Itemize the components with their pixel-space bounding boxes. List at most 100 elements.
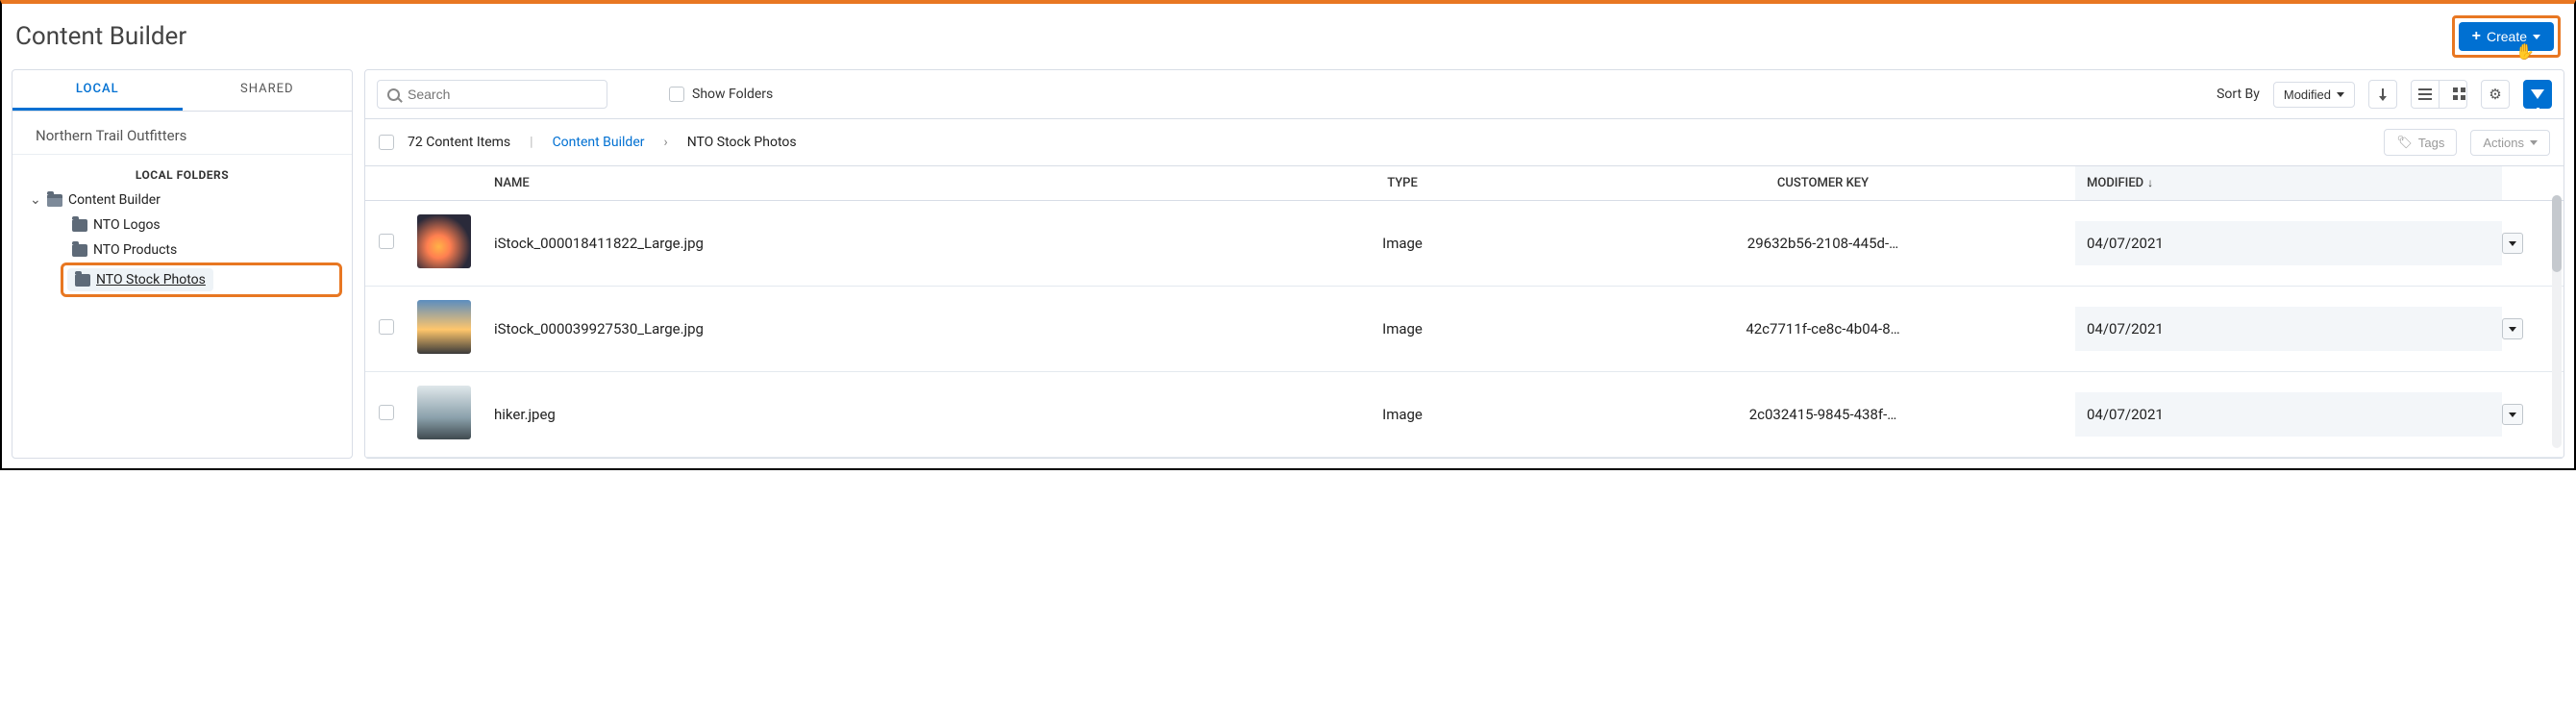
cell-type: Image bbox=[1234, 235, 1571, 252]
chevron-down-icon bbox=[2509, 327, 2516, 332]
folder-open-icon bbox=[47, 194, 62, 207]
search-icon bbox=[387, 88, 400, 101]
cell-name: iStock_000039927530_Large.jpg bbox=[494, 320, 1234, 338]
arrow-down-icon: ↓ bbox=[2147, 176, 2153, 189]
table-row[interactable]: hiker.jpeg Image 2c032415-9845-438f-… 04… bbox=[365, 372, 2564, 458]
folder-label: NTO Products bbox=[93, 242, 177, 258]
cell-modified: 04/07/2021 bbox=[2075, 307, 2502, 351]
main: LOCAL SHARED Northern Trail Outfitters L… bbox=[2, 62, 2574, 468]
create-button[interactable]: + Create bbox=[2459, 22, 2554, 51]
sidebar: LOCAL SHARED Northern Trail Outfitters L… bbox=[12, 69, 353, 459]
select-all-checkbox[interactable] bbox=[379, 135, 394, 150]
row-actions-button[interactable] bbox=[2502, 233, 2523, 254]
folder-tree: ⌄ Content Builder NTO Logos NTO Products bbox=[12, 188, 352, 307]
search-box[interactable] bbox=[377, 80, 607, 109]
cell-modified: 04/07/2021 bbox=[2075, 221, 2502, 265]
create-highlight: + Create ✋ bbox=[2452, 15, 2561, 58]
search-input[interactable] bbox=[408, 87, 597, 102]
cell-key: 2c032415-9845-438f-… bbox=[1571, 406, 2075, 423]
cell-key: 42c7711f-ce8c-4b04-8… bbox=[1571, 320, 2075, 338]
show-folders-label: Show Folders bbox=[692, 87, 773, 102]
sort-by-label: Sort By bbox=[2217, 87, 2260, 102]
folder-label: Content Builder bbox=[68, 192, 161, 208]
plus-icon: + bbox=[2472, 29, 2481, 44]
chevron-down-icon bbox=[2337, 92, 2344, 97]
list-icon bbox=[2418, 88, 2432, 100]
settings-button[interactable]: ⚙ bbox=[2481, 80, 2510, 109]
sidebar-tabs: LOCAL SHARED bbox=[12, 70, 352, 112]
breadcrumb-root[interactable]: Content Builder bbox=[553, 135, 645, 150]
col-type[interactable]: TYPE bbox=[1234, 176, 1571, 190]
breadcrumb-separator: › bbox=[664, 135, 668, 150]
col-customer-key[interactable]: CUSTOMER KEY bbox=[1571, 176, 2075, 190]
row-checkbox[interactable] bbox=[379, 234, 394, 249]
show-folders-toggle[interactable]: Show Folders bbox=[669, 87, 773, 102]
header: Content Builder + Create ✋ bbox=[2, 4, 2574, 62]
table-row[interactable]: iStock_000039927530_Large.jpg Image 42c7… bbox=[365, 287, 2564, 372]
app-frame: Content Builder + Create ✋ LOCAL SHARED … bbox=[0, 0, 2576, 470]
col-modified[interactable]: MODIFIED↓ bbox=[2075, 166, 2502, 200]
list-view-button[interactable] bbox=[2411, 80, 2440, 109]
actions-dropdown[interactable]: Actions bbox=[2470, 130, 2550, 156]
folder-icon bbox=[72, 219, 87, 232]
folder-icon bbox=[75, 274, 90, 287]
thumbnail bbox=[417, 386, 471, 439]
row-actions-button[interactable] bbox=[2502, 318, 2523, 339]
thumbnail bbox=[417, 300, 471, 354]
info-row: 72 Content Items | Content Builder › NTO… bbox=[365, 119, 2564, 166]
folder-nto-stock-photos-highlight: NTO Stock Photos bbox=[61, 262, 342, 297]
folder-label: NTO Logos bbox=[93, 217, 161, 233]
arrow-down-icon bbox=[2382, 88, 2384, 100]
sort-direction-button[interactable] bbox=[2368, 80, 2397, 109]
folder-children: NTO Logos NTO Products NTO Stock Photos bbox=[66, 212, 342, 297]
divider: | bbox=[530, 135, 533, 150]
cell-type: Image bbox=[1234, 406, 1571, 423]
chevron-down-icon bbox=[2530, 140, 2538, 145]
gear-icon: ⚙ bbox=[2489, 86, 2501, 103]
scrollbar-thumb[interactable] bbox=[2552, 195, 2562, 272]
chevron-down-icon bbox=[2533, 35, 2540, 39]
toolbar: Show Folders Sort By Modified ⚙ bbox=[365, 70, 2564, 119]
sort-value: Modified bbox=[2284, 88, 2331, 102]
chevron-down-icon bbox=[2509, 241, 2516, 246]
tab-local[interactable]: LOCAL bbox=[12, 70, 183, 111]
cell-name: hiker.jpeg bbox=[494, 406, 1234, 423]
cell-modified: 04/07/2021 bbox=[2075, 392, 2502, 437]
folder-nto-logos[interactable]: NTO Logos bbox=[66, 212, 342, 238]
checkbox-icon bbox=[669, 87, 684, 102]
table-body: iStock_000018411822_Large.jpg Image 2963… bbox=[365, 201, 2564, 458]
tag-icon: 🏷 bbox=[2396, 135, 2413, 150]
col-name[interactable]: NAME bbox=[494, 176, 1234, 190]
page-title: Content Builder bbox=[15, 22, 186, 51]
create-label: Create bbox=[2487, 29, 2527, 44]
row-checkbox[interactable] bbox=[379, 319, 394, 335]
filter-icon bbox=[2531, 89, 2544, 99]
breadcrumb-current: NTO Stock Photos bbox=[687, 135, 797, 150]
thumbnail bbox=[417, 214, 471, 268]
cell-type: Image bbox=[1234, 320, 1571, 338]
grid-view-button[interactable] bbox=[2439, 80, 2467, 109]
row-checkbox[interactable] bbox=[379, 405, 394, 420]
chevron-down-icon: ⌄ bbox=[30, 192, 41, 208]
org-name: Northern Trail Outfitters bbox=[12, 112, 352, 155]
cell-key: 29632b56-2108-445d-… bbox=[1571, 235, 2075, 252]
chevron-down-icon bbox=[2509, 412, 2516, 417]
row-actions-button[interactable] bbox=[2502, 404, 2523, 425]
item-count: 72 Content Items bbox=[408, 135, 510, 150]
folder-nto-products[interactable]: NTO Products bbox=[66, 238, 342, 262]
sort-dropdown[interactable]: Modified bbox=[2273, 82, 2355, 108]
folder-nto-stock-photos[interactable]: NTO Stock Photos bbox=[67, 268, 213, 291]
filter-button[interactable] bbox=[2523, 80, 2552, 109]
folder-content-builder[interactable]: ⌄ Content Builder bbox=[22, 188, 342, 212]
tags-button[interactable]: 🏷Tags bbox=[2384, 129, 2457, 156]
folder-icon bbox=[72, 244, 87, 257]
cell-name: iStock_000018411822_Large.jpg bbox=[494, 235, 1234, 252]
folder-label: NTO Stock Photos bbox=[96, 272, 206, 288]
content-panel: Show Folders Sort By Modified ⚙ 72 Co bbox=[364, 69, 2564, 459]
table-row[interactable]: iStock_000018411822_Large.jpg Image 2963… bbox=[365, 201, 2564, 287]
scrollbar[interactable] bbox=[2552, 195, 2562, 448]
table-header: NAME TYPE CUSTOMER KEY MODIFIED↓ bbox=[365, 166, 2564, 201]
view-switcher bbox=[2411, 80, 2467, 109]
grid-icon bbox=[2446, 88, 2460, 101]
tab-shared[interactable]: SHARED bbox=[183, 70, 353, 111]
